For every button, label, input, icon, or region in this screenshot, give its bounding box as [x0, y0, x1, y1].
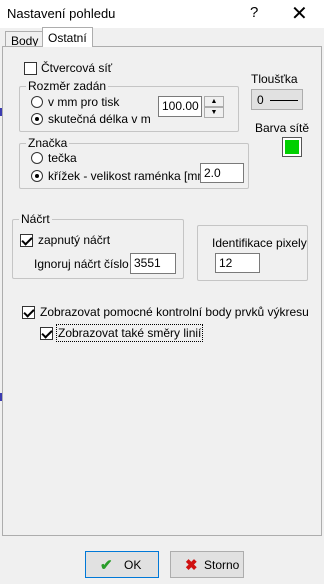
ok-button[interactable]: ✔ OK [85, 551, 159, 578]
thickness-button[interactable]: 0 [251, 89, 303, 110]
size-spinner[interactable]: ▲ ▼ [204, 96, 224, 118]
left-edge-marker [0, 108, 2, 116]
radio-cross-label: křížek - velikost raménka [mm] [48, 169, 211, 183]
radio-print-mm[interactable] [31, 96, 43, 108]
window-title: Nastavení pohledu [7, 6, 116, 21]
sketch-ignore-input[interactable]: 3551 [130, 253, 176, 274]
show-line-directions-checkbox[interactable] [40, 327, 53, 340]
grid-color-label: Barva sítě [255, 121, 310, 135]
show-control-points-checkbox[interactable] [22, 306, 35, 319]
radio-real-length-label: skutečná délka v m [48, 112, 151, 126]
cancel-button[interactable]: ✖ Storno [170, 551, 244, 578]
grid-color-button[interactable] [282, 137, 302, 157]
show-line-directions-label: Zobrazovat také směry linií [55, 324, 204, 342]
cross-icon: ✖ [185, 557, 198, 574]
radio-dot[interactable] [31, 152, 43, 164]
cross-size-input[interactable]: 2.0 [200, 163, 244, 183]
pixel-id-input[interactable]: 12 [215, 253, 260, 273]
grid-checkbox-label: Čtvercová síť [41, 61, 113, 75]
pixel-id-label: Identifikace pixely [212, 236, 307, 250]
sketch-enabled-checkbox[interactable] [20, 234, 33, 247]
spin-down-icon[interactable]: ▼ [204, 107, 224, 118]
spin-up-icon[interactable]: ▲ [204, 96, 224, 107]
radio-print-mm-label: v mm pro tisk [48, 95, 120, 109]
radio-dot-label: tečka [48, 151, 77, 165]
thickness-label: Tloušťka [251, 72, 298, 86]
show-control-points-label: Zobrazovat pomocné kontrolní body prvků … [40, 305, 309, 319]
title-bar: Nastavení pohledu ? ✕ [0, 0, 324, 28]
sketch-group-label: Náčrt [19, 212, 52, 226]
size-input[interactable]: 100.00 [158, 96, 202, 117]
thickness-value: 0 [257, 93, 264, 107]
sketch-ignore-label: Ignoruj náčrt číslo [34, 257, 129, 271]
cancel-button-label: Storno [204, 558, 240, 572]
mark-group-label: Značka [26, 136, 70, 150]
color-swatch [285, 140, 299, 154]
help-button[interactable]: ? [250, 4, 258, 21]
radio-cross[interactable] [31, 170, 43, 182]
left-edge-marker [0, 393, 2, 401]
size-group-label: Rozměr zadán [26, 79, 109, 93]
grid-checkbox[interactable] [24, 62, 37, 75]
checkmark-icon: ✔ [100, 557, 113, 574]
sketch-enabled-label: zapnutý náčrt [38, 233, 111, 247]
close-button[interactable]: ✕ [291, 1, 308, 26]
radio-real-length[interactable] [31, 113, 43, 125]
ok-button-label: OK [124, 558, 142, 572]
tab-ostatni[interactable]: Ostatní [42, 27, 93, 47]
line-sample-icon [270, 100, 298, 101]
